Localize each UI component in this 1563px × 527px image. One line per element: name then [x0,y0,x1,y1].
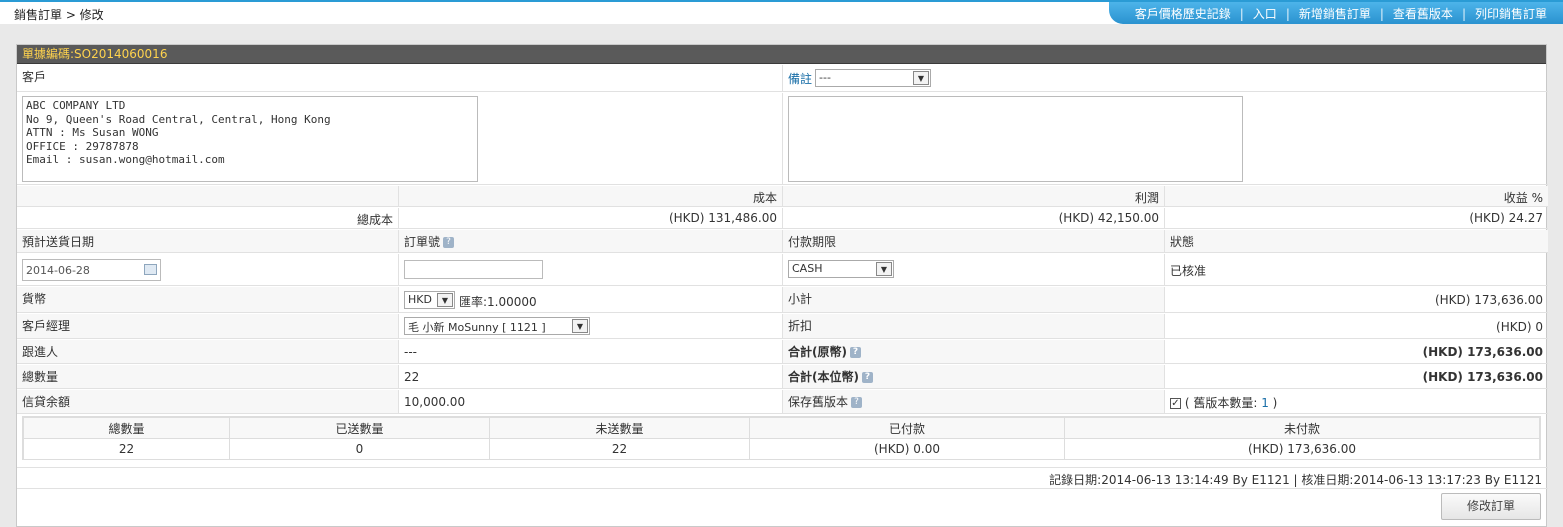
keep-version-text: ( 舊版本數量: [1184,396,1262,410]
order-panel: 單據編碼:SO2014060016 客戶 備註 --- ▼ 成本 利潤 收益 %… [16,44,1548,527]
financial-header-row: 成本 利潤 收益 % [17,186,1548,207]
summary-header: 未付款 [1064,417,1540,439]
summary-header: 總數量 [23,417,230,439]
manager-select[interactable]: 毛 小新 MoSunny [ 1121 ] ▼ [404,317,590,335]
summary-cell: 22 [489,438,750,460]
total-base-label: 合計(本位幣) [788,370,859,384]
remark-textarea[interactable] [788,96,1243,182]
chevron-down-icon: ▼ [572,319,588,333]
total-cost-row: 總成本 (HKD) 131,486.00 (HKD) 42,150.00 (HK… [17,208,1548,229]
discount-value: (HKD) 0 [1496,320,1543,334]
delivery-date-input[interactable]: 2014-06-28 [22,259,161,281]
order-info-label-row: 預計送貨日期 訂單號? 付款期限 狀態 [17,230,1548,253]
help-icon[interactable]: ? [849,347,861,358]
profit-header: 利潤 [1134,191,1159,205]
portal-link[interactable]: 入口 [1253,7,1277,21]
total-original-value: (HKD) 173,636.00 [1422,345,1543,359]
total-qty-label: 總數量 [22,370,59,384]
top-bar: 銷售訂單 > 修改 客戶價格歷史記錄 | 入口 | 新增銷售訂單 | 查看舊版本 | 列印銷售訂… [0,0,1563,24]
total-base-value: (HKD) 173,636.00 [1422,370,1543,384]
summary-header: 已付款 [749,417,1065,439]
discount-label: 折扣 [788,319,813,333]
manager-label: 客戶經理 [22,319,71,333]
order-info-input-row: 2014-06-28 CASH ▼ 已核准 [17,254,1548,286]
price-history-link[interactable]: 客戶價格歷史記錄 [1135,7,1231,21]
currency-select[interactable]: HKD ▼ [404,291,455,309]
summary-cell: 0 [229,438,490,460]
record-info: 記錄日期:2014-06-13 13:14:49 By E1121 | 核准日期… [1049,473,1542,487]
credit-row: 信貸余額 10,000.00 保存舊版本? ✓ ( 舊版本數量: 1 ) [17,390,1548,414]
credit-value: 10,000.00 [404,395,466,409]
remark-label: 備註 [788,72,813,86]
total-cost-value: (HKD) 131,486.00 [668,211,777,225]
order-title: 單據編碼:SO2014060016 [17,45,1546,64]
manager-row: 客戶經理 毛 小新 MoSunny [ 1121 ] ▼ 折扣 (HKD) 0 [17,314,1548,339]
address-row [17,93,1548,185]
summary-table: 總數量 已送數量 未送數量 已付款 未付款 22 0 22 (HKD) 0.00… [22,416,1541,460]
exchange-rate: 匯率:1.00000 [459,295,537,309]
order-no-label: 訂單號 [404,235,441,249]
currency-label: 貨幣 [22,292,47,306]
summary-cell: (HKD) 173,636.00 [1064,438,1540,460]
summary-cell: (HKD) 0.00 [749,438,1065,460]
order-no-input[interactable] [404,260,543,279]
credit-label: 信貸余額 [22,395,71,409]
help-icon[interactable]: ? [861,372,873,383]
edit-order-button[interactable]: 修改訂單 [1441,493,1541,520]
summary-header: 未送數量 [489,417,750,439]
margin-value: (HKD) 24.27 [1469,211,1543,225]
summary-value-row: 22 0 22 (HKD) 0.00 (HKD) 173,636.00 [23,438,1540,460]
help-icon[interactable]: ? [851,397,863,408]
follower-label: 跟進人 [22,345,59,359]
top-links: 客戶價格歷史記錄 | 入口 | 新增銷售訂單 | 查看舊版本 | 列印銷售訂單 [1108,2,1563,24]
follower-value: --- [404,345,417,359]
currency-row: 貨幣 HKD ▼ 匯率:1.00000 小計 (HKD) 173,636.00 [17,287,1548,313]
subtotal-value: (HKD) 173,636.00 [1434,293,1543,307]
new-sales-order-link[interactable]: 新增銷售訂單 [1299,7,1371,21]
breadcrumb: 銷售訂單 > 修改 [14,8,104,22]
summary-cell: 22 [23,438,230,460]
margin-header: 收益 % [1503,191,1543,205]
calendar-icon[interactable] [144,264,157,275]
total-original-label: 合計(原幣) [788,345,847,359]
customer-address-textarea[interactable] [22,96,478,182]
keep-version-checkbox[interactable]: ✓ [1170,398,1181,409]
profit-value: (HKD) 42,150.00 [1058,211,1159,225]
delivery-date-label: 預計送貨日期 [22,235,95,249]
view-old-version-link[interactable]: 查看舊版本 [1393,7,1453,21]
chevron-down-icon: ▼ [876,262,892,276]
help-icon[interactable]: ? [443,237,455,248]
keep-version-close: ) [1268,396,1278,410]
summary-header-row: 總數量 已送數量 未送數量 已付款 未付款 [23,417,1540,439]
cost-header: 成本 [752,191,777,205]
subtotal-label: 小計 [788,292,813,306]
status-label: 狀態 [1170,235,1195,249]
total-cost-label: 總成本 [356,213,393,227]
customer-remark-label-row: 客戶 備註 --- ▼ [17,65,1548,92]
keep-version-label: 保存舊版本 [788,395,849,409]
remark-select[interactable]: --- ▼ [815,69,931,87]
status-value: 已核准 [1170,264,1207,278]
version-count-link[interactable]: 1 [1261,396,1269,410]
follower-row: 跟進人 --- 合計(原幣)? (HKD) 173,636.00 [17,340,1548,364]
total-qty-value: 22 [404,370,420,384]
payment-term-label: 付款期限 [788,235,837,249]
record-info-row: 記錄日期:2014-06-13 13:14:49 By E1121 | 核准日期… [17,467,1548,489]
print-sales-order-link[interactable]: 列印銷售訂單 [1475,7,1547,21]
payment-term-select[interactable]: CASH ▼ [788,260,894,278]
customer-label: 客戶 [22,70,47,84]
total-qty-row: 總數量 22 合計(本位幣)? (HKD) 173,636.00 [17,365,1548,389]
chevron-down-icon: ▼ [913,71,929,85]
chevron-down-icon: ▼ [437,293,453,307]
summary-header: 已送數量 [229,417,490,439]
